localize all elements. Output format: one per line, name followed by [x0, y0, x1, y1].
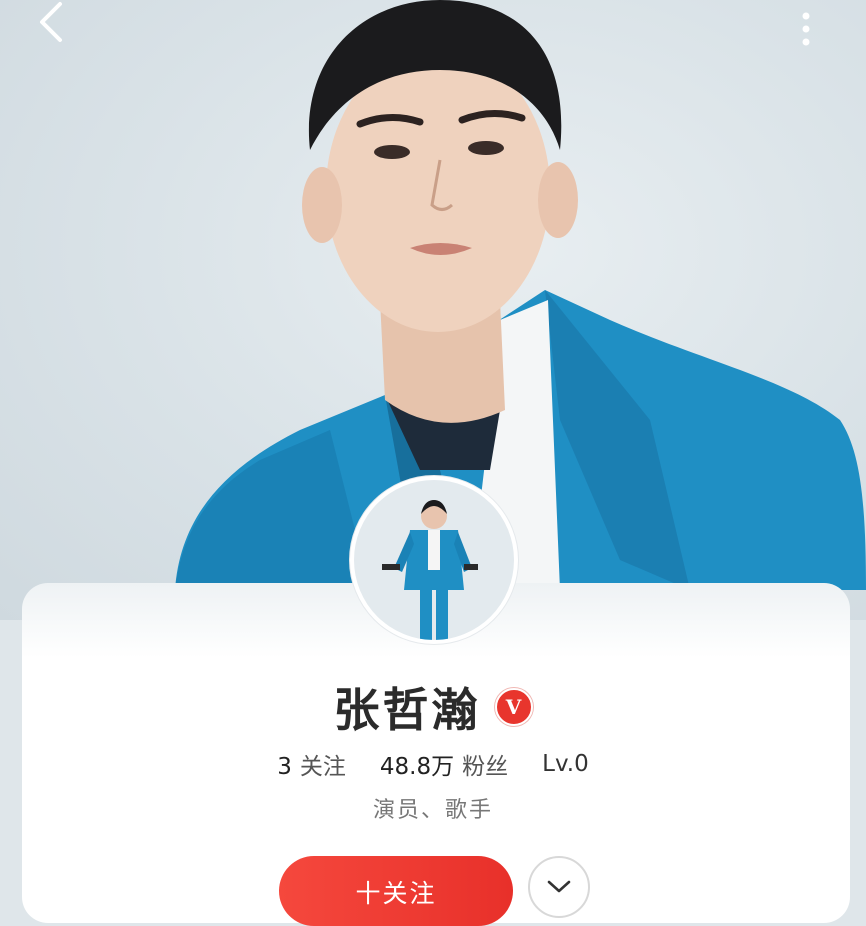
user-level: Lv.0 — [542, 751, 589, 777]
verified-badge-icon: V — [494, 688, 533, 726]
following-stat[interactable]: 3 关注 — [277, 747, 346, 781]
stats-row: 3 关注 48.8万 粉丝 Lv.0 — [0, 744, 866, 784]
more-options-button[interactable] — [796, 8, 826, 48]
more-vertical-icon — [802, 12, 810, 46]
profile-bio: 演员、歌手 — [372, 798, 493, 823]
followers-stat[interactable]: 48.8万 粉丝 — [380, 747, 508, 781]
expand-button[interactable] — [528, 856, 590, 918]
back-button[interactable] — [30, 0, 80, 50]
avatar[interactable] — [350, 476, 518, 644]
followers-count: 48.8万 — [379, 754, 455, 780]
profile-name: 张哲瀚 — [333, 683, 481, 737]
followers-label: 粉丝 — [462, 754, 509, 780]
following-label: 关注 — [299, 754, 346, 780]
avatar-image — [354, 480, 514, 640]
following-count: 3 — [277, 754, 292, 780]
chevron-down-icon — [547, 880, 571, 893]
follow-button[interactable]: 十关注 — [279, 856, 513, 926]
name-row: 张哲瀚 V — [0, 672, 866, 742]
chevron-left-icon — [40, 2, 62, 42]
